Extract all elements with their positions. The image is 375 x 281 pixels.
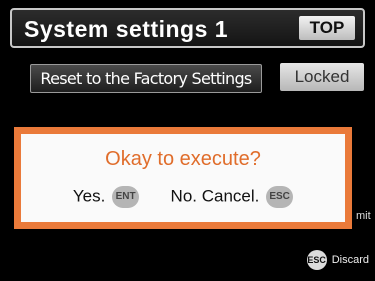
no-cancel-label: No. Cancel. [170,186,260,206]
ent-key-icon: ENT [112,186,140,208]
page-title: System settings 1 [24,16,229,42]
locked-status-badge: Locked [280,63,364,91]
esc-key-icon: ESC [266,186,294,208]
no-cancel-option[interactable]: No. Cancel. ESC [171,186,294,208]
discard-hint[interactable]: ESC Discard [306,250,369,270]
dialog-options: Yes. ENT No. Cancel. ESC [21,186,345,208]
confirm-dialog: Okay to execute? Yes. ENT No. Cancel. ES… [14,127,352,229]
yes-label: Yes. [72,186,106,206]
background-partial-text: mit [356,210,371,222]
yes-option[interactable]: Yes. ENT [72,186,140,208]
reset-factory-settings-button[interactable]: Reset to the Factory Settings [30,64,262,93]
esc-key-icon: ESC [306,250,327,270]
title-bar: System settings 1 TOP [10,8,365,48]
top-button[interactable]: TOP [299,16,355,40]
settings-screen: System settings 1 TOP Reset to the Facto… [0,0,375,281]
discard-label: Discard [331,254,369,266]
dialog-message: Okay to execute? [105,148,261,170]
